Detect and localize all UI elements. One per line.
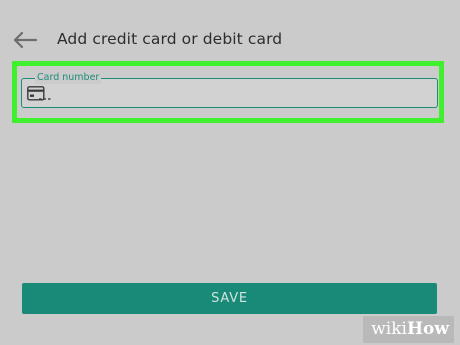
arrow-left-icon bbox=[13, 31, 38, 49]
wikihow-watermark: wikiHow bbox=[363, 316, 454, 343]
watermark-wiki: wiki bbox=[371, 319, 407, 339]
card-number-label: Card number bbox=[35, 72, 102, 84]
page-title: Add credit card or debit card bbox=[57, 30, 283, 48]
back-button[interactable] bbox=[10, 27, 40, 53]
watermark-how: How bbox=[406, 319, 449, 339]
screen: Add credit card or debit card Card numbe… bbox=[0, 0, 460, 345]
card-number-field[interactable]: Card number bbox=[21, 72, 438, 108]
save-button[interactable]: SAVE bbox=[22, 283, 437, 314]
credit-card-icon bbox=[27, 86, 51, 101]
